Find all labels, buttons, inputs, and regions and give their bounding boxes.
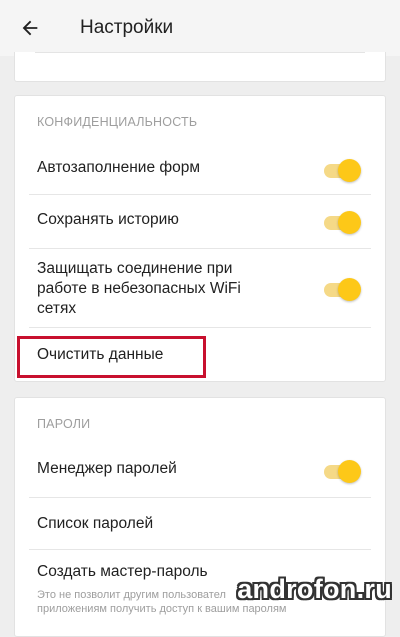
save-history-row[interactable]: Сохранять историю (15, 196, 385, 246)
divider (29, 549, 371, 550)
password-list-label: Список паролей (37, 515, 154, 532)
passwords-section-header: ПАРОЛИ (37, 417, 91, 431)
app-bar: Настройки (0, 0, 400, 56)
autofill-forms-label: Автозаполнение форм (37, 159, 201, 176)
divider (29, 248, 371, 249)
password-manager-row[interactable]: Менеджер паролей (15, 448, 385, 492)
clear-data-row[interactable]: Очистить данные (15, 329, 385, 379)
watermark: androfon.ru (237, 574, 392, 604)
previous-settings-card (14, 52, 386, 82)
divider (29, 327, 371, 328)
back-button[interactable] (12, 10, 48, 46)
page-title: Настройки (80, 17, 174, 38)
switch-thumb (338, 278, 361, 301)
clear-data-label: Очистить данные (37, 346, 164, 363)
autofill-forms-row[interactable]: Автозаполнение форм (15, 148, 385, 192)
switch-thumb (338, 460, 361, 483)
arrow-left-icon (22, 20, 38, 36)
save-history-label: Сохранять историю (37, 211, 179, 228)
save-history-switch[interactable] (324, 210, 361, 234)
divider (29, 497, 371, 498)
create-master-password-label: Создать мастер-пароль (37, 563, 208, 580)
switch-thumb (338, 159, 361, 182)
password-list-row[interactable]: Список паролей (15, 499, 385, 549)
privacy-section-header: КОНФИДЕНЦИАЛЬНОСТЬ (37, 115, 198, 129)
autofill-forms-switch[interactable] (324, 158, 361, 182)
secure-wifi-label: Защищать соединение при работе в небезоп… (37, 260, 241, 317)
password-manager-switch[interactable] (324, 459, 361, 483)
password-manager-label: Менеджер паролей (37, 460, 177, 477)
secure-wifi-row[interactable]: Защищать соединение при работе в небезоп… (15, 250, 385, 326)
switch-thumb (338, 211, 361, 234)
privacy-card: КОНФИДЕНЦИАЛЬНОСТЬ Автозаполнение форм С… (14, 95, 386, 382)
secure-wifi-switch[interactable] (324, 277, 361, 301)
card-divider (35, 52, 365, 53)
divider (29, 194, 371, 195)
